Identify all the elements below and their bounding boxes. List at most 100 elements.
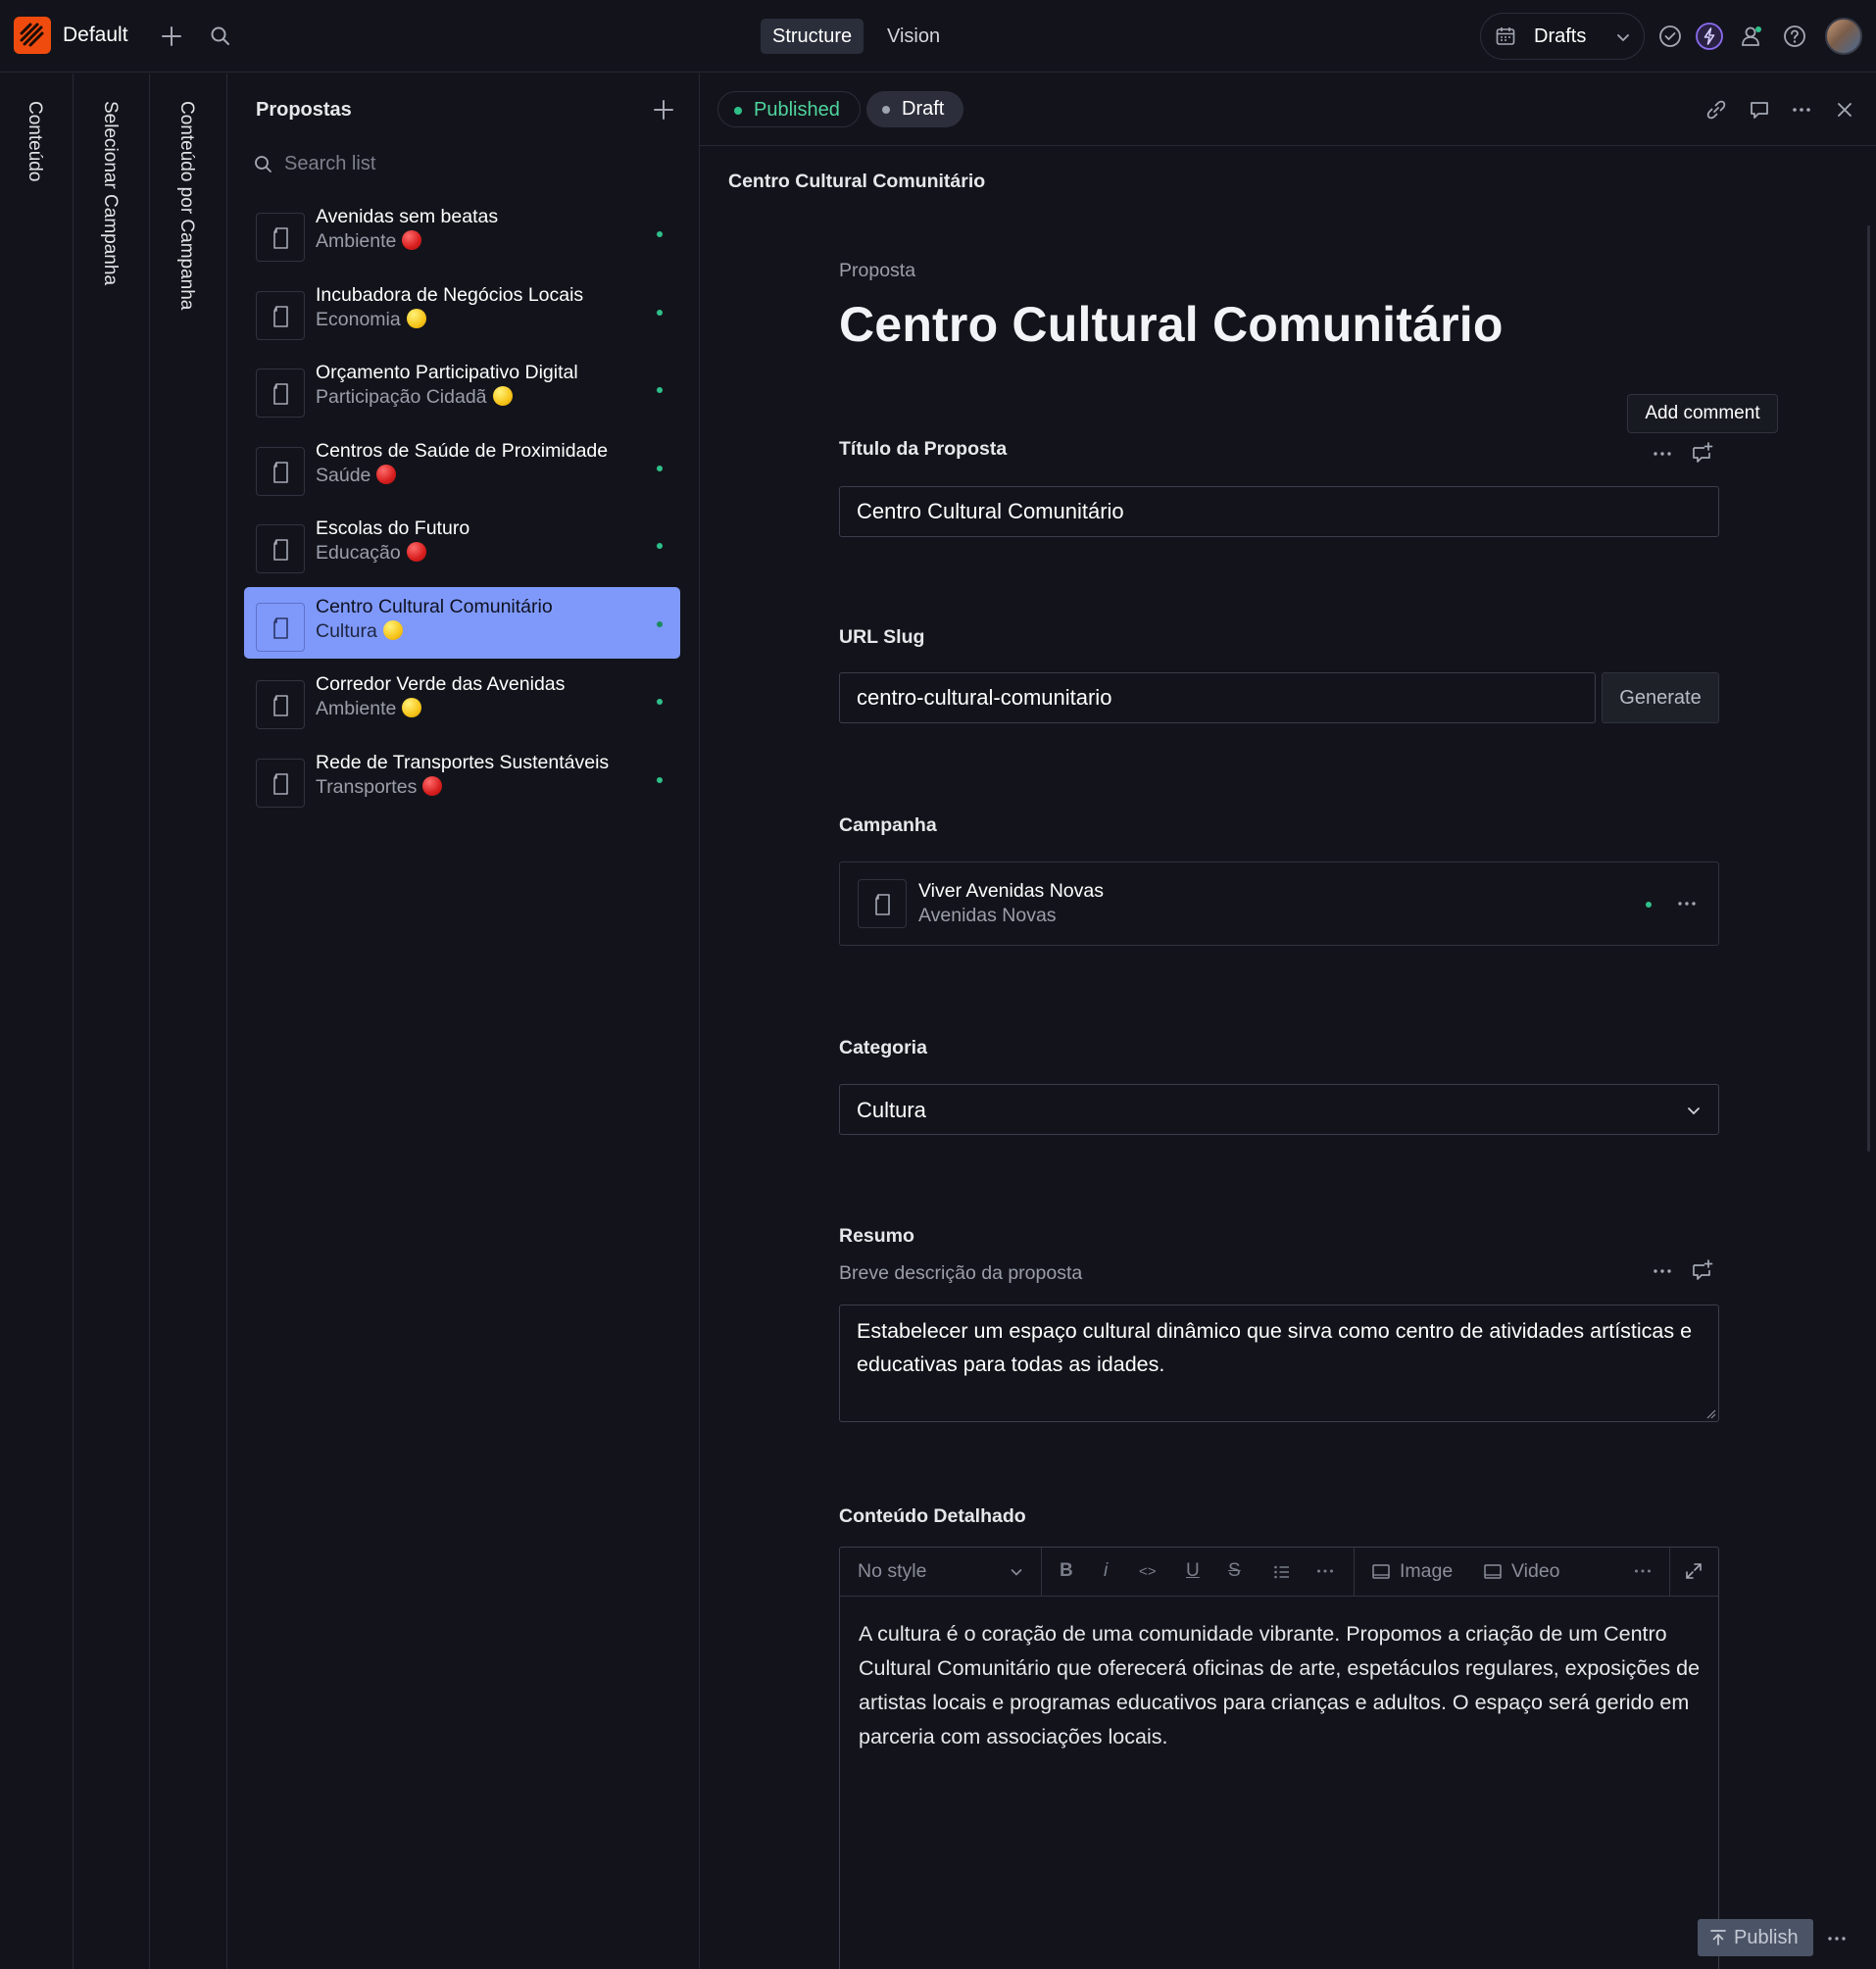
- chevron-down-icon: [1009, 1564, 1024, 1580]
- list-item-title: Corredor Verde das Avenidas: [316, 673, 566, 695]
- more-icon[interactable]: [1314, 1560, 1336, 1582]
- search-icon[interactable]: [206, 22, 235, 51]
- list-item-title: Avenidas sem beatas: [316, 206, 499, 227]
- insert-image-button[interactable]: Image: [1400, 1560, 1453, 1583]
- document-icon-box: [256, 602, 305, 652]
- check-circle-icon[interactable]: [1655, 22, 1685, 51]
- draft-tab[interactable]: Draft: [866, 91, 964, 127]
- yellow-circle-icon: [402, 698, 422, 717]
- link-icon[interactable]: [1703, 97, 1729, 123]
- propostas-list-pane: Propostas Avenidas sem beatas Ambiente Inc…: [227, 74, 700, 1969]
- generate-slug-button[interactable]: Generate: [1602, 672, 1719, 723]
- red-circle-icon: [402, 230, 422, 250]
- field-label-categoria: Categoria: [839, 1037, 927, 1058]
- list-item[interactable]: Avenidas sem beatas Ambiente: [244, 197, 680, 269]
- strikethrough-button[interactable]: S: [1228, 1560, 1241, 1582]
- red-circle-icon: [406, 542, 426, 562]
- list-item[interactable]: Centro Cultural Comunitário Cultura: [244, 586, 680, 659]
- release-selector[interactable]: Drafts: [1480, 13, 1645, 60]
- expand-icon[interactable]: [1684, 1561, 1703, 1581]
- scrollbar[interactable]: [1867, 225, 1870, 1152]
- publish-button[interactable]: Publish: [1698, 1919, 1813, 1956]
- resumo-textarea[interactable]: Estabelecer um espaço cultural dinâmico …: [839, 1304, 1719, 1422]
- list-item-title: Rede de Transportes Sustentáveis: [316, 751, 610, 773]
- status-dot: [882, 106, 890, 114]
- list-item-title: Escolas do Futuro: [316, 517, 470, 539]
- list-item-subtitle: Economia: [316, 308, 426, 331]
- more-icon[interactable]: [1825, 1931, 1849, 1946]
- titulo-input[interactable]: Centro Cultural Comunitário: [839, 486, 1719, 537]
- users-icon[interactable]: [1738, 22, 1767, 51]
- help-icon[interactable]: [1780, 22, 1809, 51]
- categoria-value: Cultura: [857, 1098, 926, 1122]
- list-item[interactable]: Rede de Transportes Sustentáveis Transpor…: [244, 743, 680, 814]
- pane-conteudo[interactable]: Conteúdo: [0, 74, 74, 1969]
- list-item[interactable]: Orçamento Participativo Digital Participa…: [244, 353, 680, 424]
- published-status-dot: [657, 620, 663, 627]
- field-menu-icon[interactable]: [1651, 1259, 1674, 1283]
- list-item[interactable]: Corredor Verde das Avenidas Ambiente: [244, 665, 680, 736]
- toolbar-divider: [1354, 1548, 1355, 1597]
- user-avatar[interactable]: [1825, 18, 1862, 55]
- bullet-list-icon[interactable]: [1272, 1562, 1292, 1582]
- code-button[interactable]: <>: [1139, 1563, 1157, 1580]
- insert-video-button[interactable]: Video: [1511, 1560, 1560, 1583]
- tool-tab-vision[interactable]: Vision: [875, 19, 952, 54]
- chevron-down-icon: [1614, 28, 1632, 46]
- more-icon[interactable]: [1789, 97, 1814, 123]
- published-tab[interactable]: Published: [717, 91, 861, 127]
- reference-subtitle: Avenidas Novas: [918, 905, 1057, 926]
- style-select[interactable]: No style: [858, 1560, 926, 1583]
- status-dot: [734, 107, 742, 115]
- bold-button[interactable]: B: [1060, 1560, 1073, 1582]
- field-label-resumo: Resumo: [839, 1225, 914, 1247]
- tool-tab-structure[interactable]: Structure: [761, 19, 864, 54]
- comment-icon[interactable]: [1747, 97, 1772, 123]
- field-menu-icon[interactable]: [1651, 442, 1674, 466]
- resize-handle-icon[interactable]: [1704, 1407, 1716, 1419]
- release-label: Drafts: [1534, 25, 1587, 47]
- list-item-title: Incubadora de Negócios Locais: [316, 283, 584, 306]
- underline-button[interactable]: U: [1186, 1560, 1200, 1582]
- add-icon[interactable]: [651, 97, 676, 123]
- slug-input[interactable]: centro-cultural-comunitario: [839, 672, 1596, 723]
- document-icon-box: [858, 879, 907, 928]
- document-icon-box: [256, 680, 305, 729]
- publish-label: Publish: [1734, 1927, 1799, 1948]
- bolt-icon[interactable]: [1695, 22, 1724, 51]
- more-icon[interactable]: [1675, 892, 1699, 915]
- published-status-dot: [657, 543, 663, 549]
- italic-button[interactable]: i: [1104, 1560, 1108, 1582]
- calendar-icon: [1495, 25, 1516, 47]
- list-item[interactable]: Centros de Saúde de Proximidade Saúde: [244, 431, 680, 503]
- editor-body[interactable]: A cultura é o coração de uma comunidade …: [859, 1617, 1702, 1754]
- toolbar-divider: [1669, 1548, 1670, 1597]
- categoria-select[interactable]: Cultura: [839, 1084, 1719, 1135]
- studio-logo-icon[interactable]: [14, 17, 51, 54]
- search-icon: [253, 154, 274, 175]
- red-circle-icon: [376, 464, 397, 484]
- yellow-circle-icon: [406, 308, 426, 328]
- category-label: Educação: [316, 542, 401, 564]
- pane-conteudo-por-campanha[interactable]: Conteúdo por Campanha: [150, 74, 227, 1969]
- draft-label: Draft: [902, 98, 945, 120]
- chevron-down-icon: [1685, 1102, 1703, 1119]
- top-navbar: Default Structure Vision Drafts: [0, 0, 1876, 73]
- list-item[interactable]: Escolas do Futuro Educação: [244, 509, 680, 580]
- more-icon[interactable]: [1632, 1560, 1654, 1582]
- list-item-subtitle: Educação: [316, 542, 426, 565]
- rich-text-editor[interactable]: No style B i <> U S Image Video A cultur…: [839, 1547, 1719, 1969]
- campanha-reference-card[interactable]: Viver Avenidas Novas Avenidas Novas: [839, 861, 1719, 946]
- close-icon[interactable]: [1832, 97, 1857, 123]
- add-icon[interactable]: [157, 22, 186, 51]
- list-item[interactable]: Incubadora de Negócios Locais Economia: [244, 275, 680, 347]
- category-label: Participação Cidadã: [316, 386, 487, 408]
- pane-selecionar-campanha[interactable]: Selecionar Campanha: [74, 74, 150, 1969]
- add-comment-icon[interactable]: [1690, 440, 1715, 466]
- document-icon-box: [256, 446, 305, 496]
- field-label-titulo: Título da Proposta: [839, 438, 1008, 460]
- workspace-name[interactable]: Default: [63, 24, 128, 47]
- add-comment-icon[interactable]: [1690, 1257, 1715, 1283]
- list-item-subtitle: Saúde: [316, 464, 397, 487]
- search-input[interactable]: [282, 146, 655, 181]
